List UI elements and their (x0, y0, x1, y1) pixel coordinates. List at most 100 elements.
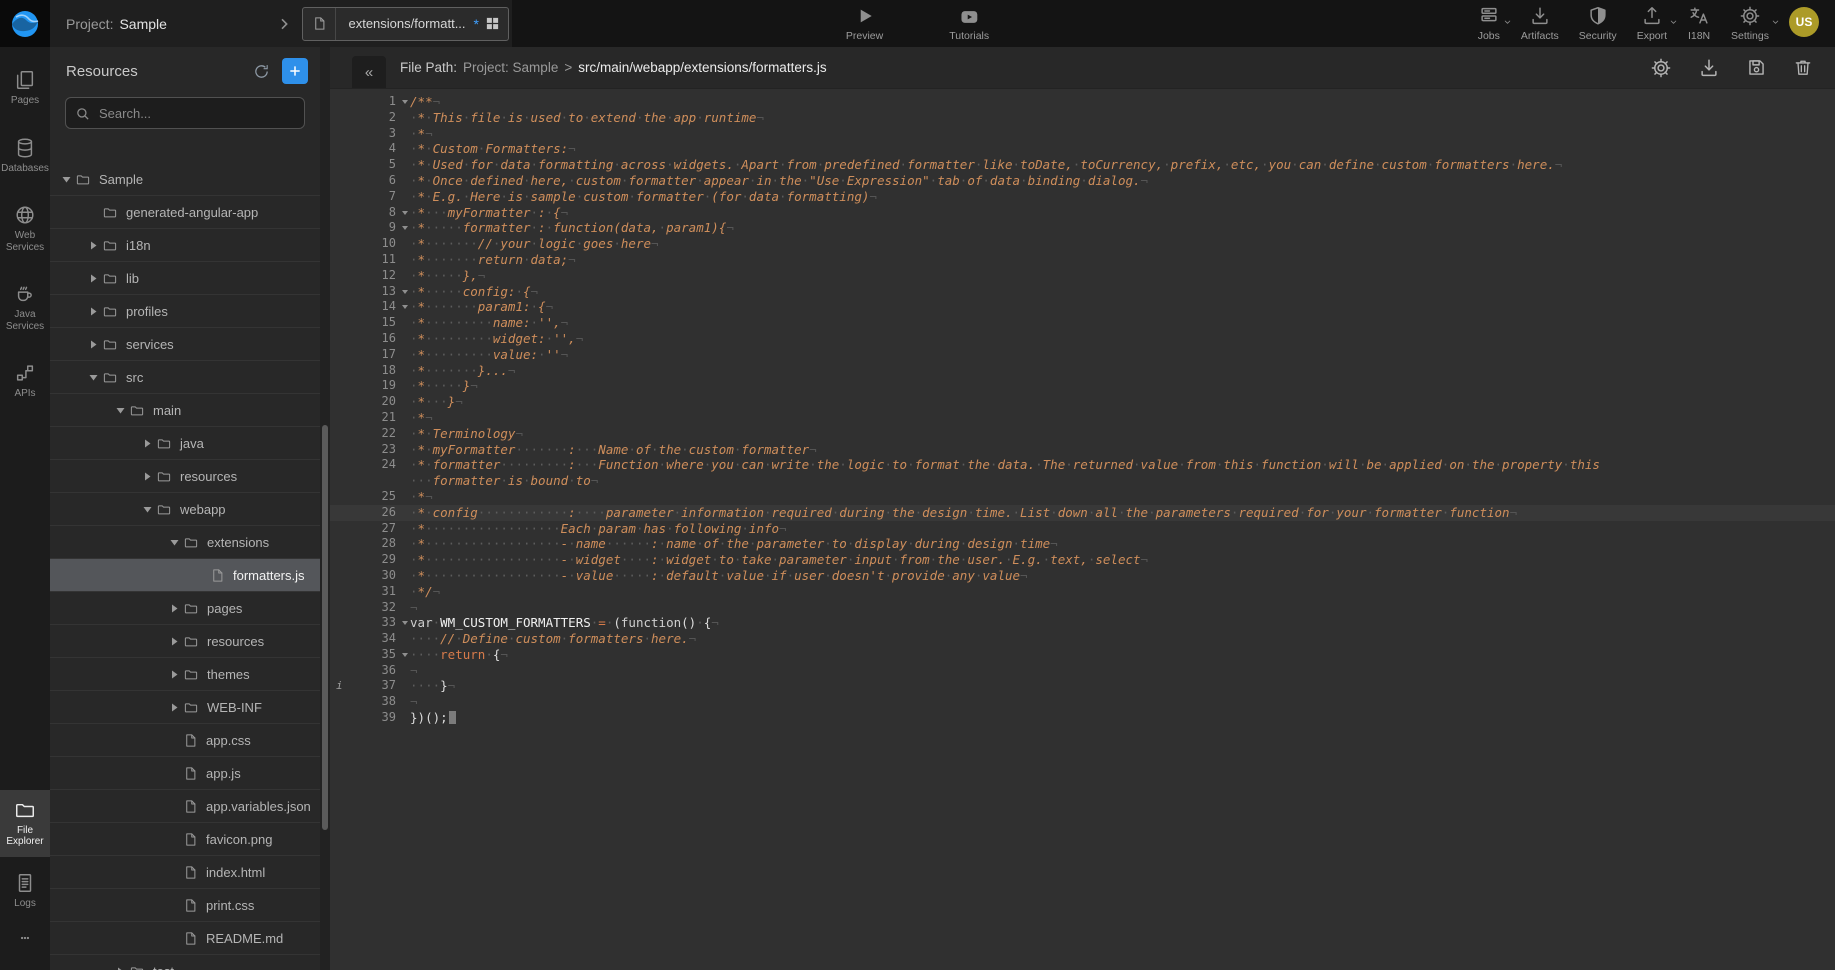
tree-caret-icon[interactable] (166, 637, 183, 646)
tree-item-app-css[interactable]: app.css (50, 724, 320, 757)
security-menu-item[interactable]: Security (1579, 5, 1617, 42)
code-line-text[interactable]: ¬ (410, 694, 1835, 710)
code-line-text[interactable]: ·*·Custom·Formatters:¬ (410, 141, 1835, 157)
code-line-27[interactable]: 27·*··················Each·param·has·fol… (330, 521, 1835, 537)
code-line-text[interactable]: ·*··················-·widget····:·widget… (410, 552, 1835, 568)
tree-caret-icon[interactable] (166, 670, 183, 679)
tutorials-button[interactable]: Tutorials (949, 5, 989, 42)
code-line-text[interactable]: ·*·········value:·''¬ (410, 347, 1835, 363)
code-line-text[interactable]: ¬ (410, 663, 1835, 679)
tree-item-java[interactable]: java (50, 427, 320, 460)
code-line-23[interactable]: 23·*·myFormatter·······:···Name·of·the·c… (330, 442, 1835, 458)
code-line-1[interactable]: 1/**¬ (330, 94, 1835, 110)
tree-caret-icon[interactable] (139, 472, 156, 481)
tree-caret-icon[interactable] (85, 274, 102, 283)
code-line-text[interactable]: ·*¬ (410, 126, 1835, 142)
code-line-9[interactable]: 9·*·····formatter·:·function(data,·param… (330, 220, 1835, 236)
download-button[interactable] (1698, 57, 1720, 79)
code-line-text[interactable]: ·*·Terminology¬ (410, 426, 1835, 442)
rail-item-java-services[interactable]: JavaServices (0, 274, 50, 341)
code-line-text[interactable]: ·*·formatter·········:···Function·where·… (410, 457, 1835, 473)
code-line-text[interactable]: ·*·····config:·{¬ (410, 284, 1835, 300)
tree-item-web-inf[interactable]: WEB-INF (50, 691, 320, 724)
rail-item-web-services[interactable]: WebServices (0, 195, 50, 262)
fold-caret-icon[interactable] (402, 100, 408, 104)
refresh-icon[interactable] (253, 63, 270, 80)
fold-caret-icon[interactable] (402, 290, 408, 294)
tree-caret-icon[interactable] (85, 340, 102, 349)
tree-caret-icon[interactable] (166, 539, 183, 546)
tree-item-main[interactable]: main (50, 394, 320, 427)
tree-item-print-css[interactable]: print.css (50, 889, 320, 922)
code-line-text[interactable]: ·*·······param1:·{¬ (410, 299, 1835, 315)
code-line-text[interactable]: ·*·····},¬ (410, 268, 1835, 284)
tree-item-pages[interactable]: pages (50, 592, 320, 625)
rail-item-file-explorer[interactable]: FileExplorer (0, 790, 50, 857)
code-line-text[interactable]: ·*·Once·defined·here,·custom·formatter·a… (410, 173, 1835, 189)
code-line-2[interactable]: 2·*·This·file·is·used·to·extend·the·app·… (330, 110, 1835, 126)
tree-caret-icon[interactable] (166, 604, 183, 613)
tree-item-index-html[interactable]: index.html (50, 856, 320, 889)
code-line-text[interactable]: var·WM_CUSTOM_FORMATTERS·=·(function()·{… (410, 615, 1835, 631)
fold-caret-icon[interactable] (402, 226, 408, 230)
code-line-text[interactable]: ·*¬ (410, 410, 1835, 426)
code-line-17[interactable]: 17·*·········value:·''¬ (330, 347, 1835, 363)
code-line-6[interactable]: 6·*·Once·defined·here,·custom·formatter·… (330, 173, 1835, 189)
tree-item-webapp[interactable]: webapp (50, 493, 320, 526)
tree-caret-icon[interactable] (166, 703, 183, 712)
code-line-18[interactable]: 18·*·······}...¬ (330, 363, 1835, 379)
code-line-26[interactable]: 26·*·config············:····parameter·in… (330, 505, 1835, 521)
code-line-text[interactable]: ·*·····}¬ (410, 378, 1835, 394)
tree-item-lib[interactable]: lib (50, 262, 320, 295)
code-line-text[interactable]: ·*·config············:····parameter·info… (410, 505, 1835, 521)
code-line-10[interactable]: 10·*·······//·your·logic·goes·here¬ (330, 236, 1835, 252)
code-editor[interactable]: 1/**¬2·*·This·file·is·used·to·extend·the… (330, 88, 1835, 970)
app-logo[interactable] (0, 0, 50, 47)
save-button[interactable] (1746, 57, 1767, 78)
tree-caret-icon[interactable] (85, 307, 102, 316)
code-line-34[interactable]: 34····//·Define·custom·formatters·here.¬ (330, 631, 1835, 647)
code-line-12[interactable]: 12·*·····},¬ (330, 268, 1835, 284)
tree-item-services[interactable]: services (50, 328, 320, 361)
code-line-text[interactable]: ·*··················-·name······:·name·o… (410, 536, 1835, 552)
code-line-text[interactable]: ·*·myFormatter·······:···Name·of·the·cus… (410, 442, 1835, 458)
tree-caret-icon[interactable] (112, 967, 129, 970)
code-line-8[interactable]: 8·*···myFormatter·:·{¬ (330, 205, 1835, 221)
search-input[interactable] (97, 105, 295, 122)
tree-item-themes[interactable]: themes (50, 658, 320, 691)
code-line-text[interactable]: ·*·······//·your·logic·goes·here¬ (410, 236, 1835, 252)
artifacts-menu-item[interactable]: Artifacts (1521, 5, 1559, 42)
add-resource-button[interactable] (282, 58, 308, 84)
code-line-text[interactable]: ¬ (410, 600, 1835, 616)
settings-button[interactable] (1650, 57, 1672, 79)
code-line-text[interactable]: ·*·This·file·is·used·to·extend·the·app·r… (410, 110, 1835, 126)
code-line-22[interactable]: 22·*·Terminology¬ (330, 426, 1835, 442)
code-line-text[interactable]: ····//·Define·custom·formatters·here.¬ (410, 631, 1835, 647)
rail-item-databases[interactable]: Databases (0, 128, 50, 184)
tree-item-resources[interactable]: resources (50, 460, 320, 493)
code-line-19[interactable]: 19·*·····}¬ (330, 378, 1835, 394)
code-line-text[interactable]: ·*···}¬ (410, 394, 1835, 410)
collapse-panel-button[interactable]: « (352, 56, 386, 88)
code-line-text[interactable]: ·*·E.g.·Here·is·sample·custom·formatter·… (410, 189, 1835, 205)
fold-caret-icon[interactable] (402, 305, 408, 309)
code-line-text[interactable]: ·*·······}...¬ (410, 363, 1835, 379)
code-line-3[interactable]: 3·*¬ (330, 126, 1835, 142)
fold-caret-icon[interactable] (402, 653, 408, 657)
code-line-text[interactable]: ·*·········name:·'',¬ (410, 315, 1835, 331)
tree-item-formatters-js[interactable]: formatters.js (50, 559, 320, 592)
tree-item-app-js[interactable]: app.js (50, 757, 320, 790)
tree-item-favicon-png[interactable]: favicon.png (50, 823, 320, 856)
tree-item-generated-angular-app[interactable]: generated-angular-app (50, 196, 320, 229)
code-line-30[interactable]: 30·*··················-·value·····:·defa… (330, 568, 1835, 584)
code-line-text[interactable]: ·*·····formatter·:·function(data,·param1… (410, 220, 1835, 236)
open-file-tab[interactable]: extensions/formatt... * (302, 7, 509, 41)
tree-caret-icon[interactable] (112, 407, 129, 414)
code-line-text[interactable]: ····}¬ (410, 678, 1835, 694)
code-line-text[interactable]: ·*·Used·for·data·formatting·across·widge… (410, 157, 1835, 173)
tree-caret-icon[interactable] (139, 506, 156, 513)
rail-item-more[interactable] (0, 924, 50, 956)
code-line-25[interactable]: 25·*¬ (330, 489, 1835, 505)
tree-caret-icon[interactable] (85, 374, 102, 381)
rail-item-logs[interactable]: Logs (0, 863, 50, 919)
